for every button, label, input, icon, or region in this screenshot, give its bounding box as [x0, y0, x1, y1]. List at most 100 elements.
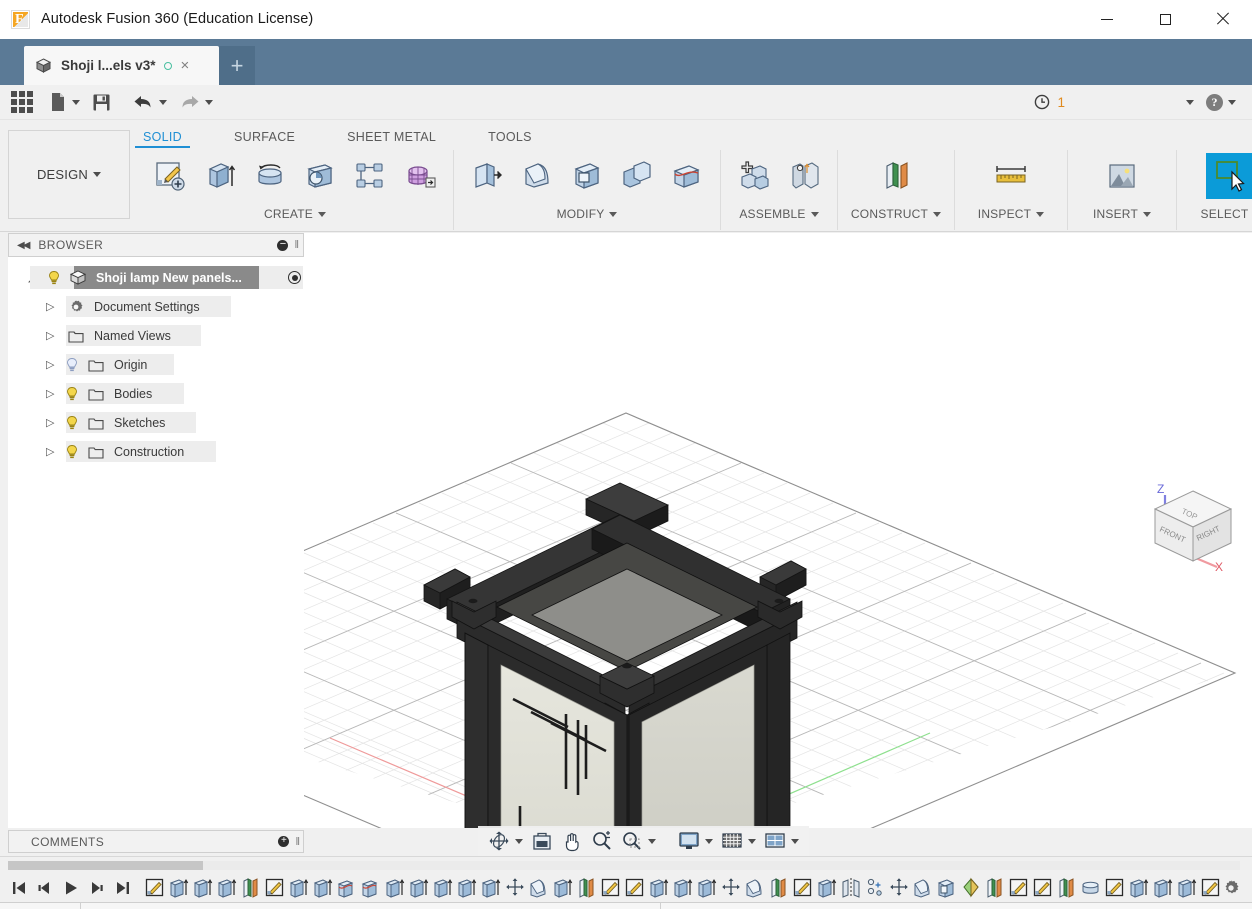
- maximize-button[interactable]: [1136, 0, 1194, 39]
- app-grid-icon[interactable]: [11, 91, 33, 113]
- timeline-feature-34[interactable]: [959, 873, 983, 903]
- pattern-button[interactable]: [345, 153, 395, 199]
- view-cube[interactable]: Z X TOP FRONT RIGHT: [1143, 479, 1243, 575]
- ribbon-tab-sheet-metal[interactable]: SHEET METAL: [347, 130, 436, 148]
- timeline-feature-17[interactable]: [551, 873, 575, 903]
- save-button[interactable]: [86, 85, 117, 120]
- timeline-feature-43[interactable]: [1175, 873, 1199, 903]
- activate-component-radio[interactable]: [288, 271, 301, 284]
- close-button[interactable]: [1194, 0, 1252, 39]
- play-button[interactable]: [58, 873, 84, 903]
- timeline-feature-15[interactable]: [503, 873, 527, 903]
- help-button[interactable]: ?: [1200, 85, 1242, 120]
- timeline-feature-13[interactable]: [455, 873, 479, 903]
- document-tab-close-icon[interactable]: ×: [181, 58, 190, 73]
- timeline-feature-33[interactable]: [935, 873, 959, 903]
- chevron-down-icon[interactable]: [748, 838, 756, 844]
- revolve-button[interactable]: [245, 153, 295, 199]
- timeline-feature-24[interactable]: [719, 873, 743, 903]
- chevron-down-icon[interactable]: [791, 838, 799, 844]
- create-mesh-button[interactable]: [395, 153, 445, 199]
- timeline-feature-8[interactable]: [335, 873, 359, 903]
- toolbar-overflow-button[interactable]: [1175, 85, 1200, 120]
- measure-button[interactable]: [986, 153, 1036, 199]
- new-component-button[interactable]: [729, 153, 779, 199]
- fit-button[interactable]: [617, 826, 660, 856]
- zoom-button[interactable]: [587, 826, 617, 856]
- minimize-button[interactable]: [1078, 0, 1136, 39]
- ribbon-panel-insert-title[interactable]: INSERT: [1076, 202, 1168, 226]
- timeline-feature-25[interactable]: [743, 873, 767, 903]
- grip-icon[interactable]: ‖: [294, 239, 299, 251]
- insert-image-button[interactable]: [1097, 153, 1147, 199]
- chevron-down-icon[interactable]: [648, 838, 656, 844]
- timeline-feature-44[interactable]: [1199, 873, 1223, 903]
- display-settings-button[interactable]: [674, 826, 717, 856]
- combine-button[interactable]: [612, 153, 662, 199]
- jump-to-start-button[interactable]: [6, 873, 32, 903]
- press-pull-button[interactable]: [462, 153, 512, 199]
- new-tab-button[interactable]: +: [219, 46, 255, 85]
- expand-arrow-icon[interactable]: ▷: [46, 329, 58, 342]
- timeline-settings-button[interactable]: [1222, 879, 1240, 897]
- timeline-feature-27[interactable]: [791, 873, 815, 903]
- ribbon-panel-construct-title[interactable]: CONSTRUCT: [846, 202, 946, 226]
- browser-item-origin[interactable]: ▷ Origin: [8, 350, 304, 379]
- look-at-button[interactable]: [527, 826, 557, 856]
- create-sketch-button[interactable]: [145, 153, 195, 199]
- ribbon-panel-assemble-title[interactable]: ASSEMBLE: [729, 202, 829, 226]
- offset-plane-button[interactable]: [871, 153, 921, 199]
- document-tab[interactable]: Shoji l...els v3* ×: [24, 46, 219, 85]
- timeline-feature-36[interactable]: [1007, 873, 1031, 903]
- timeline-scrollbar[interactable]: [8, 861, 1240, 870]
- browser-item-sketches[interactable]: ▷ Sketches: [8, 408, 304, 437]
- viewports-button[interactable]: [760, 826, 803, 856]
- redo-button[interactable]: [173, 85, 219, 120]
- job-status-button[interactable]: 1: [1034, 94, 1065, 110]
- expand-arrow-icon[interactable]: ▷: [46, 358, 58, 371]
- timeline-feature-23[interactable]: [695, 873, 719, 903]
- expand-arrow-icon[interactable]: ▷: [46, 416, 58, 429]
- fillet-button[interactable]: [512, 153, 562, 199]
- timeline-feature-42[interactable]: [1151, 873, 1175, 903]
- plus-circle-icon[interactable]: +: [278, 836, 290, 847]
- visibility-bulb-icon[interactable]: [64, 415, 80, 431]
- select-window-button[interactable]: [1206, 153, 1252, 199]
- collapse-left-icon[interactable]: ◀◀: [17, 240, 30, 251]
- expand-arrow-icon[interactable]: ▷: [46, 445, 58, 458]
- visibility-bulb-icon[interactable]: [64, 444, 80, 460]
- timeline-feature-12[interactable]: [431, 873, 455, 903]
- pan-button[interactable]: [557, 826, 587, 856]
- timeline-feature-29[interactable]: [839, 873, 863, 903]
- comments-panel-header[interactable]: COMMENTS + ‖: [8, 830, 304, 853]
- minus-circle-icon[interactable]: −: [277, 238, 289, 251]
- ribbon-panel-modify-title[interactable]: MODIFY: [462, 202, 712, 226]
- timeline-feature-7[interactable]: [311, 873, 335, 903]
- timeline-feature-18[interactable]: [575, 873, 599, 903]
- timeline-feature-6[interactable]: [287, 873, 311, 903]
- timeline-feature-19[interactable]: [599, 873, 623, 903]
- visibility-bulb-icon[interactable]: [64, 357, 80, 373]
- browser-item-root[interactable]: ◢ Shoji lamp New panels...: [8, 263, 304, 292]
- joint-button[interactable]: [779, 153, 829, 199]
- ribbon-panel-select-title[interactable]: SELECT: [1185, 202, 1252, 226]
- step-forward-button[interactable]: [84, 873, 110, 903]
- timeline-feature-32[interactable]: [911, 873, 935, 903]
- timeline-feature-41[interactable]: [1127, 873, 1151, 903]
- timeline-feature-26[interactable]: [767, 873, 791, 903]
- shell-button[interactable]: [562, 153, 612, 199]
- timeline-feature-3[interactable]: [215, 873, 239, 903]
- timeline-feature-16[interactable]: [527, 873, 551, 903]
- sweep-button[interactable]: [295, 153, 345, 199]
- ribbon-tab-tools[interactable]: TOOLS: [488, 130, 532, 148]
- browser-item-bodies[interactable]: ▷ Bodies: [8, 379, 304, 408]
- timeline-feature-21[interactable]: [647, 873, 671, 903]
- ribbon-panel-inspect-title[interactable]: INSPECT: [963, 202, 1059, 226]
- timeline-feature-37[interactable]: [1031, 873, 1055, 903]
- timeline-feature-20[interactable]: [623, 873, 647, 903]
- timeline-feature-40[interactable]: [1103, 873, 1127, 903]
- timeline-feature-28[interactable]: [815, 873, 839, 903]
- split-face-button[interactable]: [662, 153, 712, 199]
- visibility-bulb-icon[interactable]: [46, 270, 62, 286]
- timeline-feature-9[interactable]: [359, 873, 383, 903]
